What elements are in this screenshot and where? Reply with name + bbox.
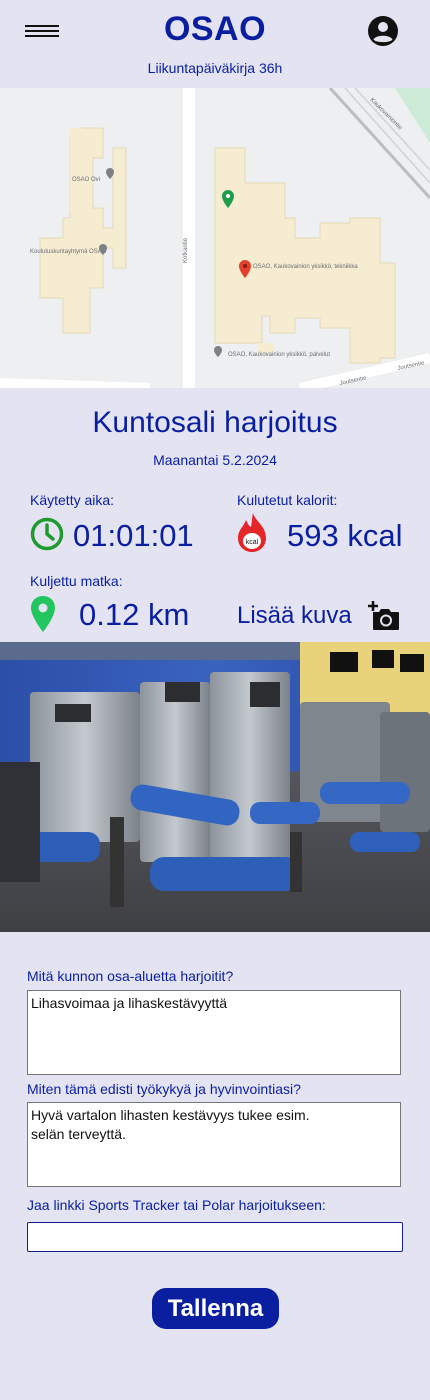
brand-logo: OSAO (163, 10, 267, 48)
clock-icon (30, 517, 64, 551)
calories-value: 593 kcal (287, 518, 403, 553)
map-label: Koulutuskuntayhtymä OSAO (30, 249, 107, 255)
map-label: OSAO, Kaukovainion yksikkö, palvelut (228, 352, 330, 358)
save-button[interactable]: Tallenna (152, 1288, 279, 1329)
map-label: OSAO, Kaukovainion yksikkö, tekniikka (253, 264, 358, 270)
page-subtitle: Liikuntapäiväkirja 36h (147, 60, 283, 76)
kcal-flame-icon: kcal (235, 511, 269, 553)
distance-label: Kuljettu matka: (30, 573, 123, 589)
workout-photo (0, 642, 430, 932)
workout-date: Maanantai 5.2.2024 (153, 452, 277, 468)
q3-label: Jaa linkki Sports Tracker tai Polar harj… (27, 1197, 326, 1213)
time-value: 01:01:01 (73, 518, 194, 553)
add-photo-button[interactable]: Lisää kuva (237, 602, 352, 630)
distance-value: 0.12 km (79, 597, 190, 632)
link-input[interactable] (27, 1222, 403, 1252)
app-header: OSAO Liikuntapäiväkirja 36h (0, 0, 430, 88)
map-label: Kotkantie (183, 237, 189, 263)
account-circle-icon[interactable] (367, 15, 399, 47)
add-photo-camera-icon[interactable] (368, 601, 400, 631)
q2-label: Miten tämä edisti työkykyä ja hyvinvoint… (27, 1081, 301, 1097)
svg-text:kcal: kcal (246, 539, 259, 546)
location-map[interactable]: OSAO Ovi Koulutuskuntayhtymä OSAO Kotkan… (0, 88, 430, 388)
calories-label: Kulutetut kalorit: (237, 492, 338, 508)
q1-textarea[interactable]: Lihasvoimaa ja lihaskestävyyttä (27, 990, 401, 1075)
q1-label: Mitä kunnon osa-aluetta harjoitit? (27, 968, 234, 984)
time-label: Käytetty aika: (30, 492, 115, 508)
q2-textarea[interactable]: Hyvä vartalon lihasten kestävyys tukee e… (27, 1102, 401, 1187)
map-label: OSAO Ovi (72, 177, 100, 183)
workout-title: Kuntosali harjoitus (92, 406, 338, 439)
location-pin-icon (30, 595, 56, 633)
